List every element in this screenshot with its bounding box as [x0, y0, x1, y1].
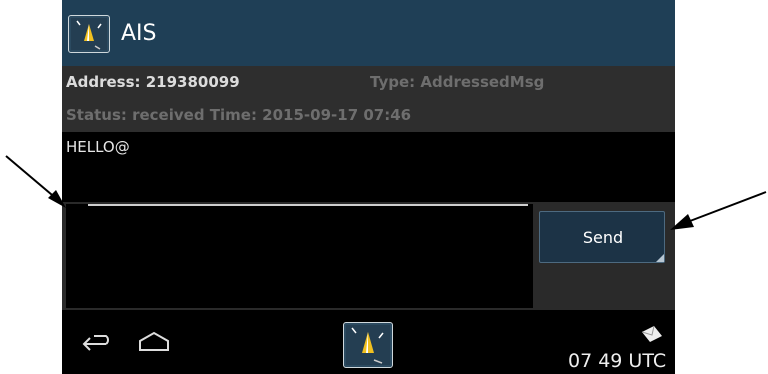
annotation-arrows: [5, 155, 767, 230]
left-annotation-arrow: [5, 155, 66, 208]
right-annotation-arrow: [670, 191, 767, 230]
